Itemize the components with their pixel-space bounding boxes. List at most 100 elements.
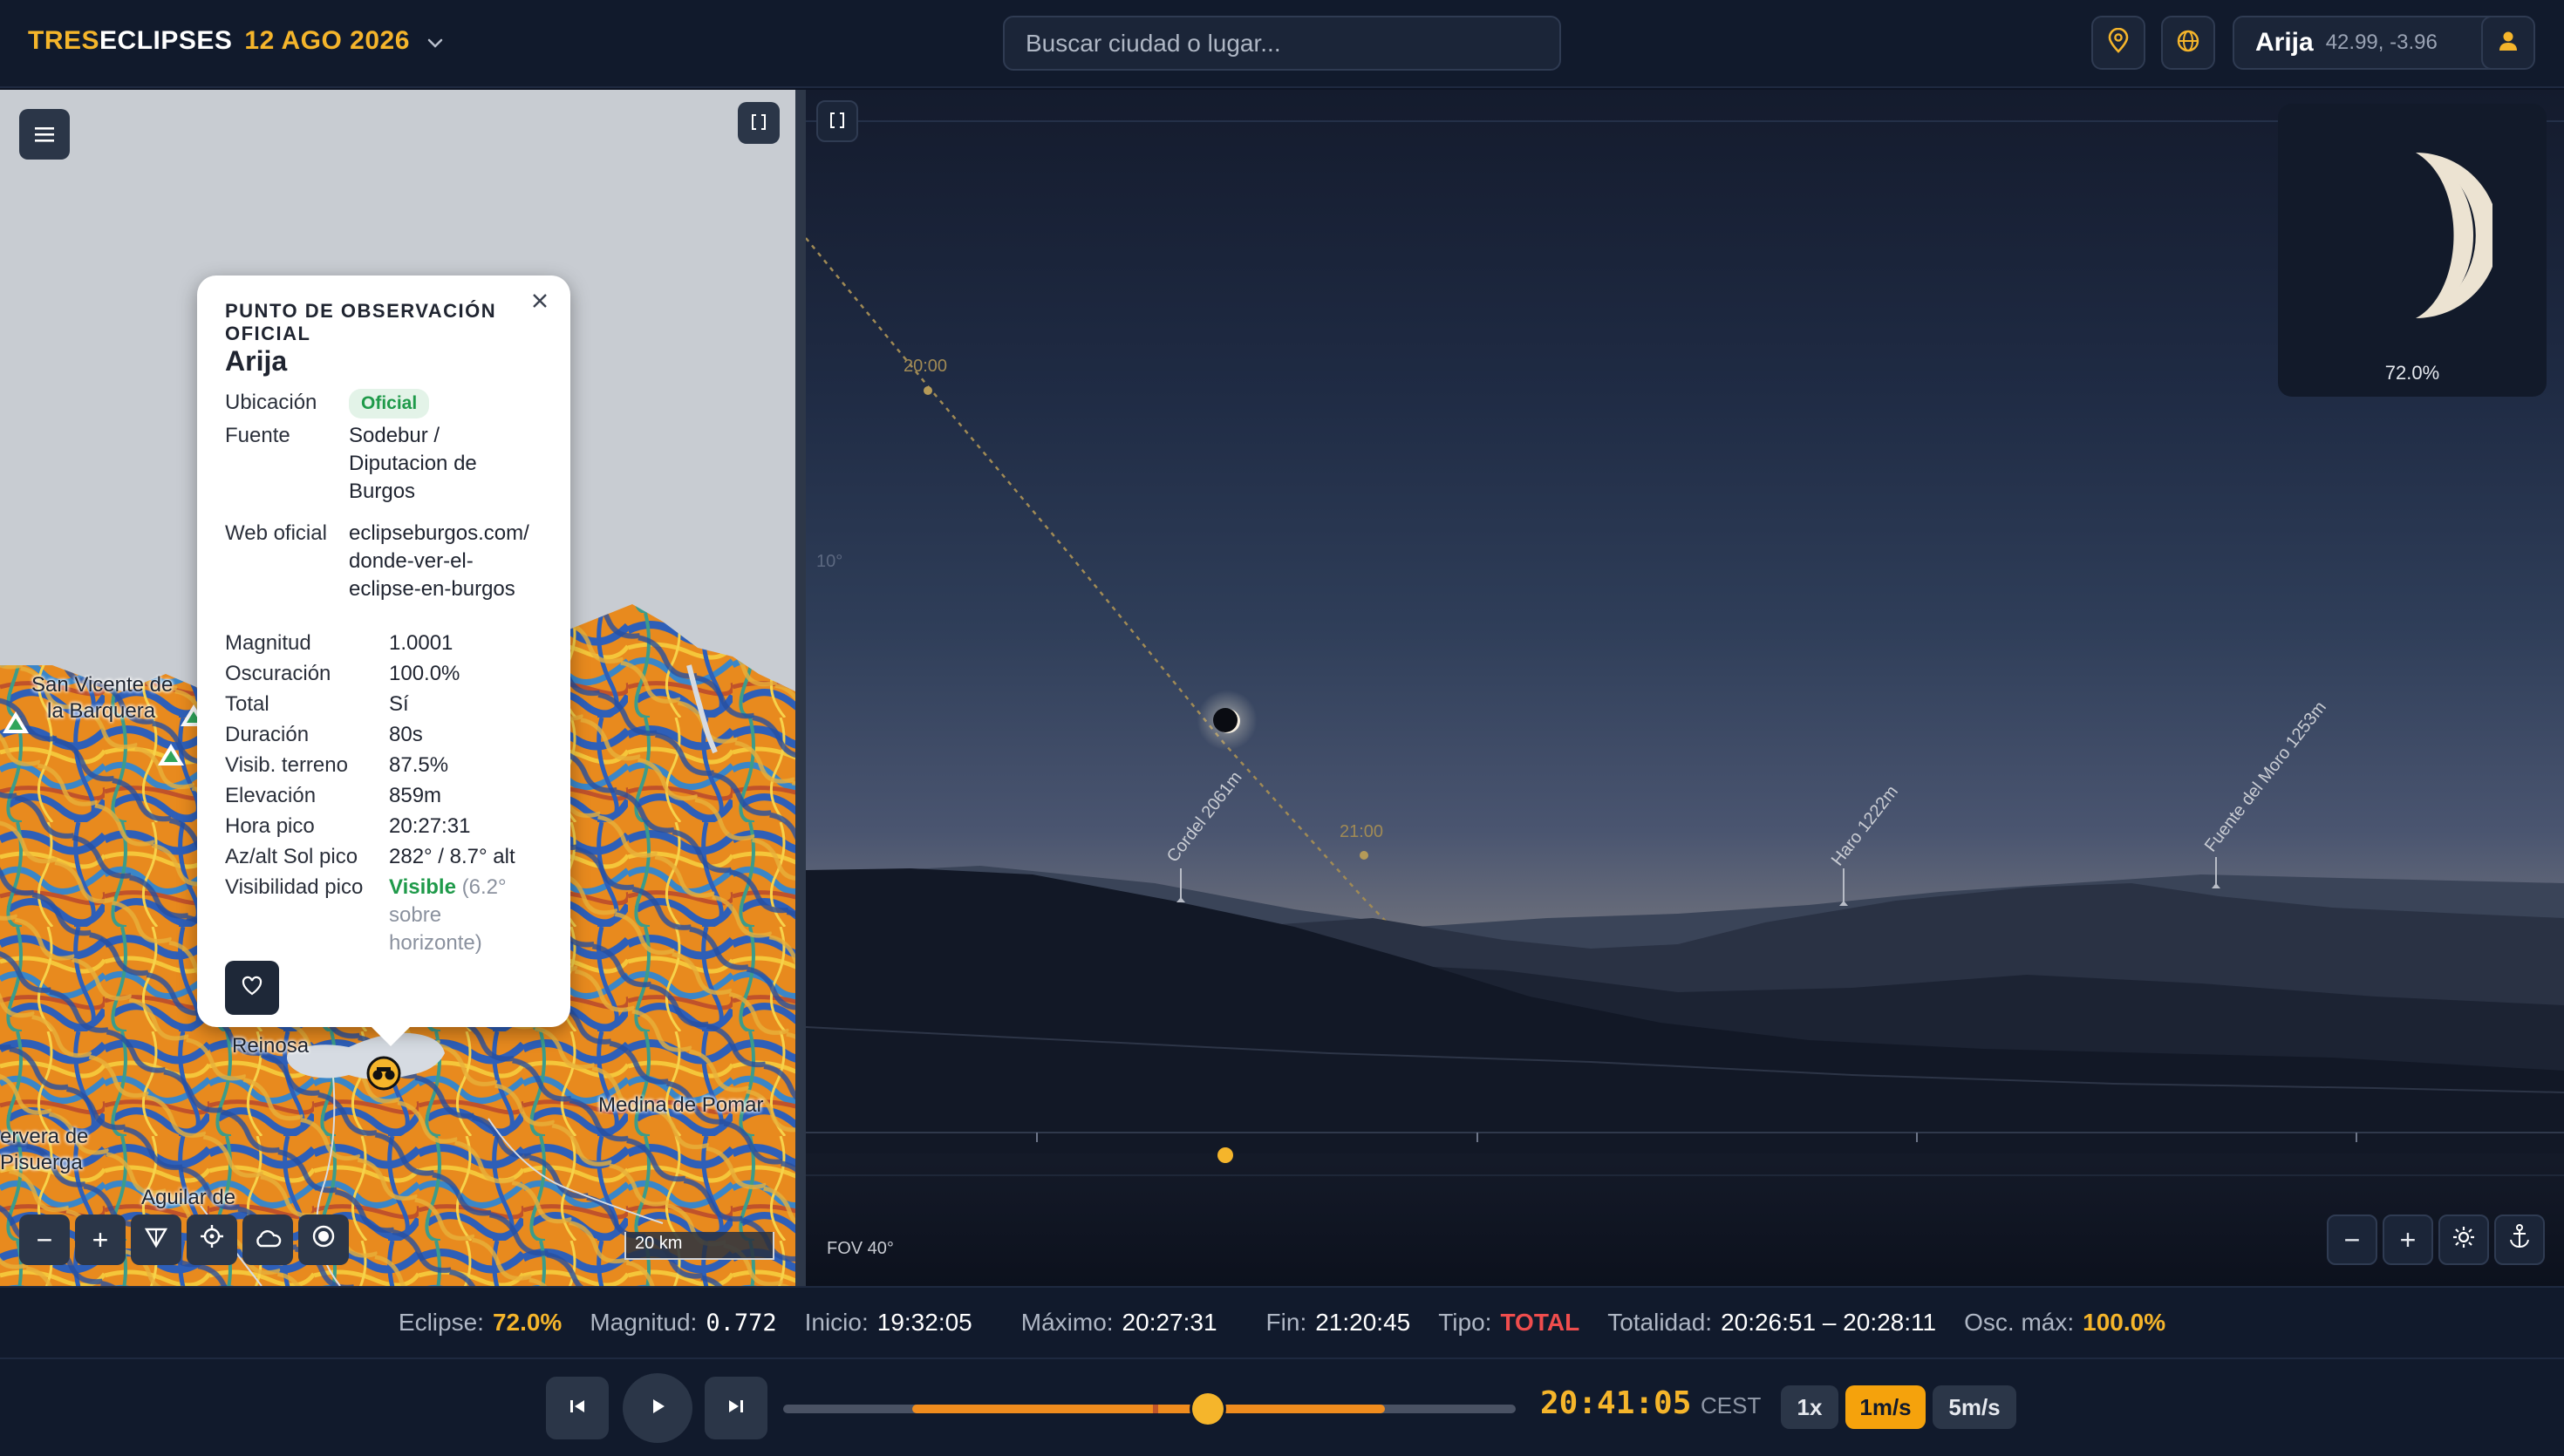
maximo-label: Máximo:	[1020, 1309, 1114, 1336]
eclipse-phase-crescent	[2416, 153, 2492, 318]
timeline-knob[interactable]	[1192, 1393, 1224, 1425]
timeline-slider[interactable]	[783, 1393, 1516, 1425]
row-label: Magnitud	[225, 631, 311, 655]
fin-label: Fin:	[1265, 1309, 1307, 1336]
language-button[interactable]	[2161, 16, 2215, 70]
row-label: Hora pico	[225, 814, 315, 838]
map-scale-bar: 20 km	[624, 1232, 774, 1260]
row-value: Sí	[389, 692, 409, 716]
search-input[interactable]	[1003, 16, 1561, 71]
speed-5m-button[interactable]: 5m/s	[1933, 1385, 2016, 1429]
skip-forward-button[interactable]	[705, 1377, 767, 1439]
row-label: Duración	[225, 723, 310, 746]
globe-icon	[2175, 28, 2201, 58]
row-label: Az/alt Sol pico	[225, 845, 358, 868]
skip-back-icon	[568, 1397, 587, 1420]
location-coords: 42.99, -3.96	[2325, 31, 2438, 54]
eclipse-value: 72.0%	[492, 1309, 563, 1336]
map-label-san-vicente-2: la Barquera	[47, 699, 156, 723]
favorite-button[interactable]	[225, 961, 279, 1015]
anchor-button[interactable]	[2494, 1214, 2545, 1265]
official-badge: Oficial	[349, 389, 430, 418]
totalidad-label: Totalidad:	[1607, 1309, 1713, 1336]
brand-logo-part1: TRES	[28, 26, 100, 55]
popup-row-web: Web oficial eclipseburgos.com/ donde-ver…	[225, 520, 548, 607]
eclipse-phase-card: 72.0%	[2278, 104, 2547, 397]
observation-point-marker[interactable]	[366, 1056, 401, 1091]
eclipse-phase-percent: 72.0%	[2384, 362, 2440, 384]
map-zoom-out-button[interactable]: −	[19, 1214, 70, 1265]
user-icon	[2496, 29, 2520, 58]
my-location-button[interactable]	[187, 1214, 237, 1265]
row-label: Visibilidad pico	[225, 875, 364, 899]
map-zoom-in-button[interactable]: +	[75, 1214, 126, 1265]
osc-max-label: Osc. máx:	[1964, 1309, 2075, 1336]
magnitud-label: Magnitud:	[590, 1309, 698, 1336]
fov-label: FOV 40°	[827, 1239, 894, 1258]
eclipse-label: Eclipse:	[398, 1309, 484, 1336]
compass-button[interactable]	[131, 1214, 181, 1265]
brightness-button[interactable]	[2438, 1214, 2489, 1265]
totality-marker	[1153, 1405, 1158, 1413]
popup-row-ubicacion: Ubicación Oficial	[225, 389, 548, 418]
popup-row-fuente: Fuente Sodebur / Diputacion de Burgos	[225, 422, 548, 509]
expand-map-button[interactable]	[738, 102, 780, 144]
expand-sky-button[interactable]	[816, 100, 858, 142]
map-label-cervera: ervera de	[0, 1125, 89, 1148]
hamburger-menu-icon	[33, 119, 56, 151]
eclipsed-sun[interactable]	[1197, 690, 1258, 751]
sun-time-label-21: 21:00	[1340, 822, 1384, 841]
tipo-label: Tipo:	[1438, 1309, 1492, 1336]
magnitud-value: 0.772	[706, 1310, 777, 1337]
sky-view-panel[interactable]: 10° 20:00 21:00 Cordel 2061m Haro 1222m …	[806, 90, 2564, 1286]
inicio-label: Inicio:	[804, 1309, 869, 1336]
timezone-label: CEST	[1701, 1392, 1762, 1419]
plus-icon: +	[92, 1223, 109, 1255]
heart-icon	[241, 976, 263, 1001]
map-panel[interactable]: San Vicente de la Barquera Reinosa Medin…	[0, 90, 795, 1286]
play-icon	[647, 1396, 668, 1421]
fin-value: 21:20:45	[1315, 1309, 1411, 1336]
fuente-label: Fuente	[225, 424, 290, 447]
inicio-value: 19:32:05	[876, 1309, 972, 1336]
sky-zoom-in-button[interactable]: +	[2383, 1214, 2433, 1265]
map-label-medina: Medina de Pomar	[598, 1093, 764, 1117]
row-value: 20:27:31	[389, 814, 471, 838]
crosshair-icon	[199, 1223, 225, 1256]
locate-button[interactable]	[2091, 16, 2145, 70]
eclipse-path-layer-button[interactable]	[298, 1214, 349, 1265]
map-label-reinosa: Reinosa	[232, 1034, 310, 1058]
menu-button[interactable]	[19, 109, 70, 160]
maximo-value: 20:27:31	[1122, 1309, 1217, 1336]
close-icon	[531, 292, 549, 314]
current-location-chip[interactable]: Arija 42.99, -3.96	[2233, 16, 2513, 70]
brand-logo-part2: ECLIPSES	[99, 26, 233, 55]
row-value: 1.0001	[389, 631, 453, 655]
row-value: 87.5%	[389, 753, 449, 777]
pin-icon	[2106, 27, 2131, 58]
skip-forward-icon	[726, 1397, 746, 1420]
expand-icon	[750, 107, 767, 139]
popup-close-button[interactable]	[525, 288, 555, 317]
panel-resize-divider[interactable]	[795, 90, 806, 1286]
brand-date-selector[interactable]: TRESECLIPSES 12 AGO 2026	[28, 26, 444, 57]
account-button[interactable]	[2481, 16, 2535, 70]
skip-back-button[interactable]	[546, 1377, 609, 1439]
cloud-icon	[254, 1224, 282, 1256]
play-button[interactable]	[623, 1373, 692, 1443]
fuente-value: Sodebur / Diputacion de Burgos	[349, 424, 477, 503]
altitude-label: 10°	[816, 552, 843, 571]
chevron-down-icon	[426, 27, 444, 57]
speed-1x-button[interactable]: 1x	[1781, 1385, 1838, 1429]
official-web-link[interactable]: eclipseburgos.com/ donde-ver-el- eclipse…	[349, 520, 558, 603]
tipo-value: TOTAL	[1500, 1309, 1580, 1336]
sun-icon	[2451, 1224, 2476, 1256]
row-label: Elevación	[225, 784, 317, 807]
app-header: TRESECLIPSES 12 AGO 2026 Arija 42.99, -3.…	[0, 0, 2564, 88]
popup-row-visibilidad-pico: Visibilidad pico Visible (6.2° sobre hor…	[225, 874, 548, 961]
clouds-layer-button[interactable]	[242, 1214, 293, 1265]
speed-1m-button[interactable]: 1m/s	[1845, 1385, 1926, 1429]
popup-title: PUNTO DE OBSERVACIÓN OFICIAL	[225, 300, 497, 344]
sky-zoom-out-button[interactable]: −	[2327, 1214, 2377, 1265]
eclipse-status-bar: Eclipse: 72.0% Magnitud: 0.772 Inicio: 19:3…	[0, 1286, 2564, 1357]
